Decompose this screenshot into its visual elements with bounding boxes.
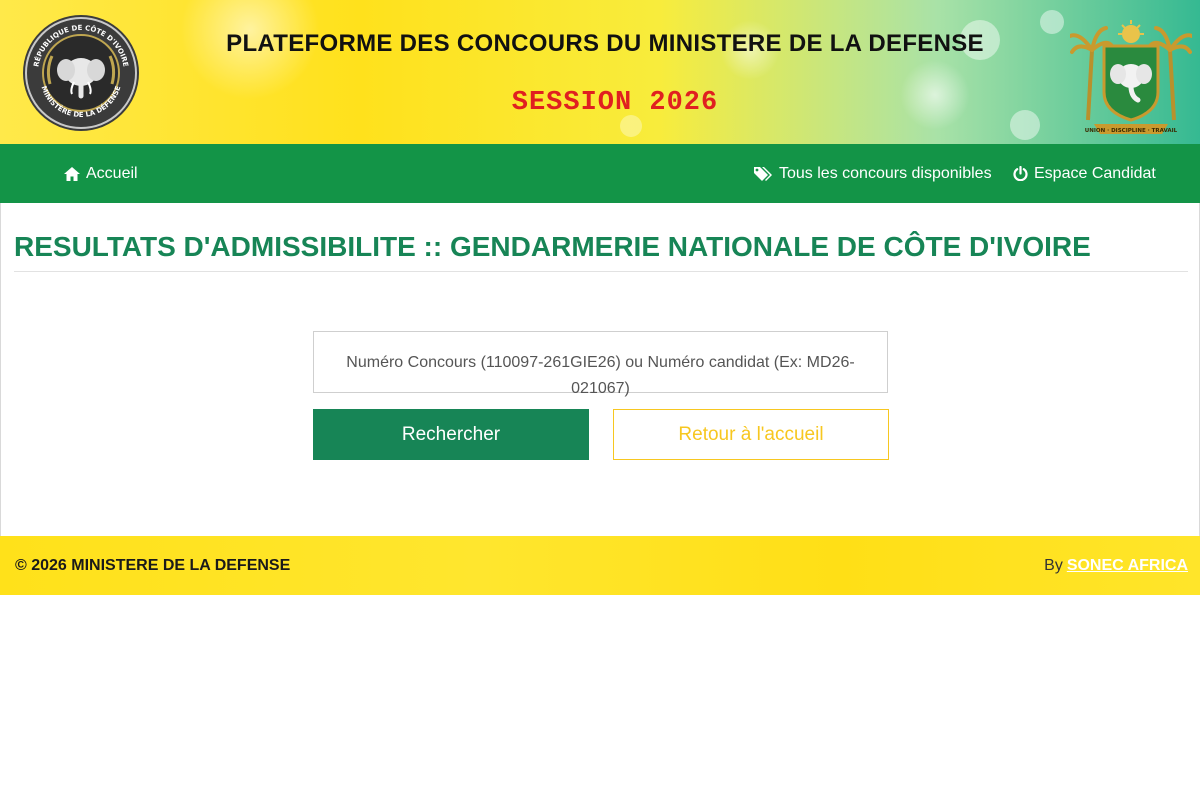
page-title-main: RESULTATS D'ADMISSIBILITE bbox=[14, 231, 416, 262]
tags-icon bbox=[754, 166, 772, 181]
ministry-seal-logo: RÉPUBLIQUE DE CÔTE D'IVOIRE MINISTÈRE DE… bbox=[23, 15, 139, 131]
footer-credit: By SONEC AFRICA bbox=[1044, 536, 1188, 595]
nav-candidat-label: Espace Candidat bbox=[1034, 164, 1156, 182]
nav-home-link[interactable]: Accueil bbox=[64, 144, 138, 203]
header-banner: RÉPUBLIQUE DE CÔTE D'IVOIRE MINISTÈRE DE… bbox=[0, 0, 1200, 144]
coat-of-arms-logo: UNION · DISCIPLINE · TRAVAIL bbox=[1070, 20, 1192, 134]
footer: © 2026 MINISTERE DE LA DEFENSE By SONEC … bbox=[0, 536, 1200, 595]
back-home-button[interactable]: Retour à l'accueil bbox=[613, 409, 889, 460]
search-button[interactable]: Rechercher bbox=[313, 409, 589, 460]
session-label: SESSION 2026 bbox=[511, 88, 719, 118]
footer-by-label: By bbox=[1044, 556, 1063, 574]
nav-candidat-link[interactable]: Espace Candidat bbox=[1013, 144, 1156, 203]
banner-glow bbox=[620, 115, 642, 137]
platform-title: PLATEFORME DES CONCOURS DU MINISTERE DE … bbox=[226, 30, 984, 57]
search-placeholder: Numéro Concours (110097-261GIE26) ou Num… bbox=[346, 354, 855, 397]
sonec-africa-link[interactable]: SONEC AFRICA bbox=[1067, 557, 1188, 575]
nav-concours-label: Tous les concours disponibles bbox=[779, 164, 992, 182]
page-title-sub: :: GENDARMERIE NATIONALE DE CÔTE D'IVOIR… bbox=[423, 231, 1091, 262]
power-icon bbox=[1013, 166, 1028, 181]
search-input[interactable]: Numéro Concours (110097-261GIE26) ou Num… bbox=[313, 331, 888, 397]
title-divider bbox=[14, 271, 1188, 272]
nav-concours-link[interactable]: Tous les concours disponibles bbox=[754, 144, 992, 203]
main-navbar: Accueil Tous les concours disponibles Es… bbox=[0, 144, 1200, 203]
footer-copyright: © 2026 MINISTERE DE LA DEFENSE bbox=[15, 556, 291, 574]
emblem-motto: UNION · DISCIPLINE · TRAVAIL bbox=[1085, 128, 1178, 134]
nav-home-label: Accueil bbox=[86, 164, 138, 182]
page-title: RESULTATS D'ADMISSIBILITE :: GENDARMERIE… bbox=[14, 231, 1091, 263]
home-icon bbox=[64, 166, 80, 181]
